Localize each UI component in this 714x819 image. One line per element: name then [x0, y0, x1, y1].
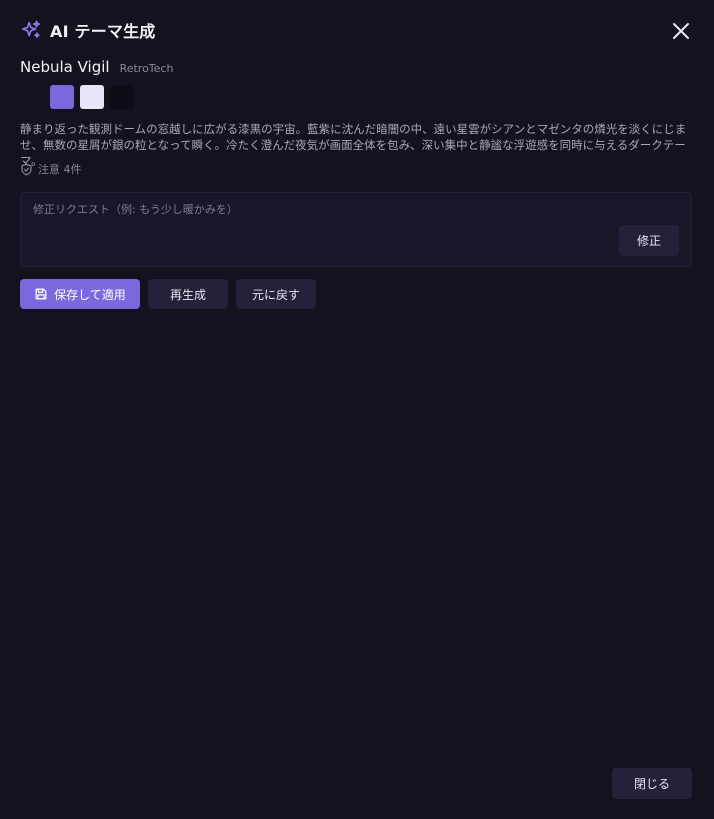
revision-request-input[interactable]	[33, 203, 613, 216]
swatch-surface	[110, 85, 134, 109]
dialog-title: AI テーマ生成	[50, 22, 156, 41]
fix-button[interactable]: 修正	[619, 225, 679, 256]
dialog-header: AI テーマ生成	[20, 18, 156, 42]
color-swatches	[20, 85, 134, 109]
theme-heading: Nebula Vigil RetroTech	[20, 58, 173, 76]
sparkle-icon	[21, 20, 41, 39]
shield-check-icon	[21, 163, 32, 175]
theme-description: 静まり返った観測ドームの窓越しに広がる漆黒の宇宙。藍紫に沈んだ暗闇の中、遠い星雲…	[20, 122, 687, 168]
close-button[interactable]	[668, 18, 694, 44]
notice-label: 注意 4件	[38, 163, 82, 176]
swatch-background	[20, 85, 44, 109]
save-icon	[35, 288, 47, 300]
theme-name: Nebula Vigil	[20, 58, 110, 76]
save-apply-button[interactable]: 保存して適用	[20, 279, 140, 309]
action-buttons: 保存して適用 再生成 元に戻す	[20, 279, 316, 309]
ai-theme-dialog: AI テーマ生成 Nebula Vigil RetroTech 静まり返った観測…	[0, 0, 714, 819]
swatch-foreground	[80, 85, 104, 109]
regenerate-button[interactable]: 再生成	[148, 279, 228, 309]
close-dialog-button[interactable]: 閉じる	[612, 768, 692, 799]
theme-tag: RetroTech	[119, 62, 174, 75]
swatch-accent	[50, 85, 74, 109]
save-apply-label: 保存して適用	[54, 287, 126, 302]
close-icon	[673, 23, 689, 39]
notice-count[interactable]: 注意 4件	[20, 161, 82, 177]
revision-request-box: 修正	[20, 192, 692, 267]
revert-button[interactable]: 元に戻す	[236, 279, 316, 309]
